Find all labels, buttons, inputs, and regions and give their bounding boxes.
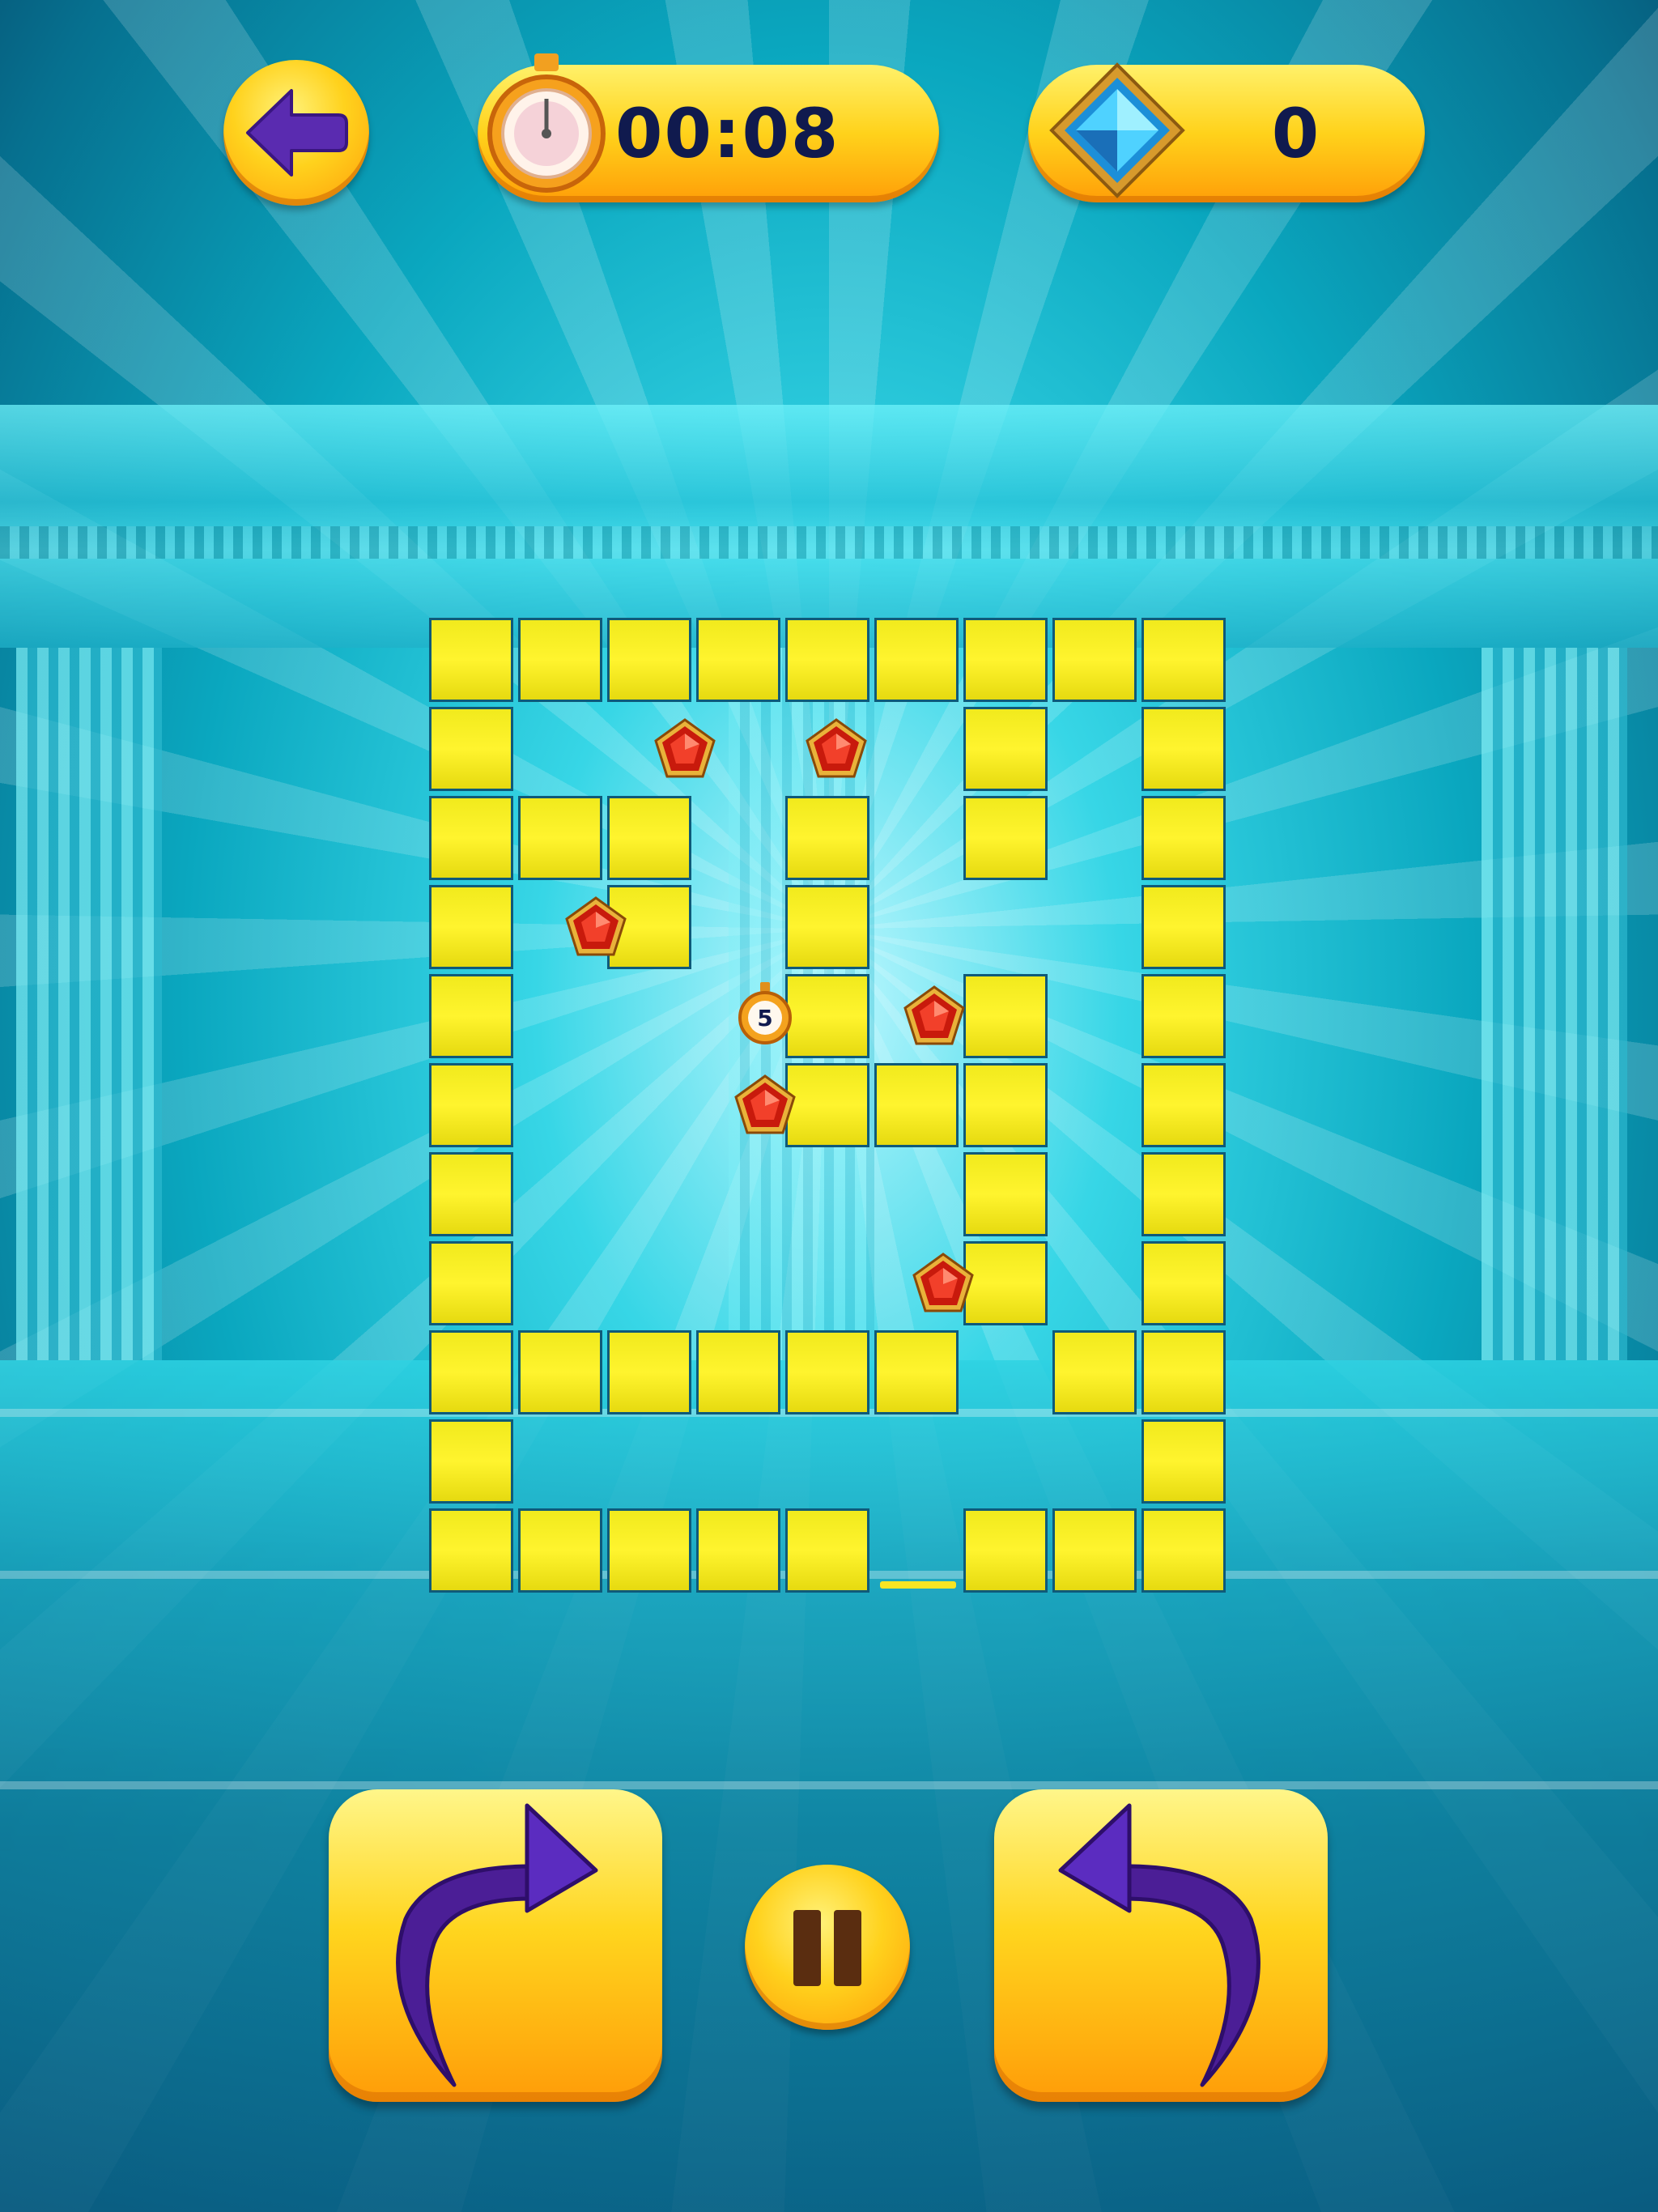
wall-block [1052,1330,1137,1414]
wall-block [429,1508,513,1593]
wall-block [785,885,869,969]
wall-block [1141,618,1226,702]
wall-block [963,796,1048,880]
bomb-countdown: 5 [757,1005,772,1032]
wall-block [963,1241,1048,1325]
ruby-gem-icon [734,1074,796,1134]
wall-block [963,707,1048,791]
timer-display: 00:08 [615,94,840,173]
wall-block [1141,1508,1226,1593]
pause-bar-right [834,1910,861,1986]
wall-block [1141,1419,1226,1504]
back-button[interactable] [223,60,369,206]
ruby-gem-icon [806,718,867,778]
rotate-clockwise-button[interactable] [329,1789,662,2102]
wall-block [785,618,869,702]
wall-block [963,1508,1048,1593]
wall-block [1052,618,1137,702]
wall-block [518,796,602,880]
wall-block [1141,1330,1226,1414]
wall-block [696,1330,780,1414]
pause-bar-left [793,1910,821,1986]
wall-block [874,1330,959,1414]
wall-block [1052,1508,1137,1593]
wall-block [696,1508,780,1593]
ruby-gem-icon [654,718,716,778]
wall-block [785,796,869,880]
wall-block [874,618,959,702]
rotate-clockwise-icon [396,1803,598,2087]
wall-block [518,1508,602,1593]
timer-bomb-icon: 5 [738,982,792,1044]
wall-block [1141,974,1226,1058]
wall-block [963,1063,1048,1147]
blue-gem-icon [1049,62,1185,198]
ruby-gem-icon [565,896,627,956]
wall-block [1141,1241,1226,1325]
wall-block [429,885,513,969]
wall-block [607,618,691,702]
wall-block [429,1152,513,1236]
wall-block [518,1330,602,1414]
floor-step [0,1781,1658,1789]
wall-block [429,618,513,702]
wall-block [429,796,513,880]
rotate-counterclockwise-button[interactable] [994,1789,1328,2102]
wall-block [785,1330,869,1414]
temple-column-left [16,648,162,1360]
wall-block [1141,796,1226,880]
wall-block [785,1508,869,1593]
temple-column-right [1482,648,1627,1360]
wall-block [607,1508,691,1593]
wall-block [963,618,1048,702]
wall-block [1141,1152,1226,1236]
wall-block [518,618,602,702]
ruby-gem-icon [903,985,965,1045]
wall-block [874,1063,959,1147]
wall-block [429,1241,513,1325]
exit-gap-marker [880,1581,956,1589]
wall-block [429,1330,513,1414]
back-arrow-icon [246,89,348,177]
wall-block [429,1063,513,1147]
wall-block [607,1330,691,1414]
wall-block [785,974,869,1058]
wall-block [429,1419,513,1504]
wall-block [963,1152,1048,1236]
wall-block [785,1063,869,1147]
temple-entablature [0,405,1658,648]
wall-block [963,974,1048,1058]
wall-block [1141,1063,1226,1147]
stopwatch-icon [487,53,606,193]
wall-block [1141,885,1226,969]
wall-block [429,707,513,791]
wall-block [696,618,780,702]
wall-block [429,974,513,1058]
rotate-counterclockwise-icon [1058,1803,1261,2087]
pause-button[interactable] [745,1865,910,2030]
wall-block [1141,707,1226,791]
game-board: 5 [429,618,1229,1596]
wall-block [607,796,691,880]
ruby-gem-icon [912,1253,974,1312]
gem-count: 0 [1271,94,1320,173]
